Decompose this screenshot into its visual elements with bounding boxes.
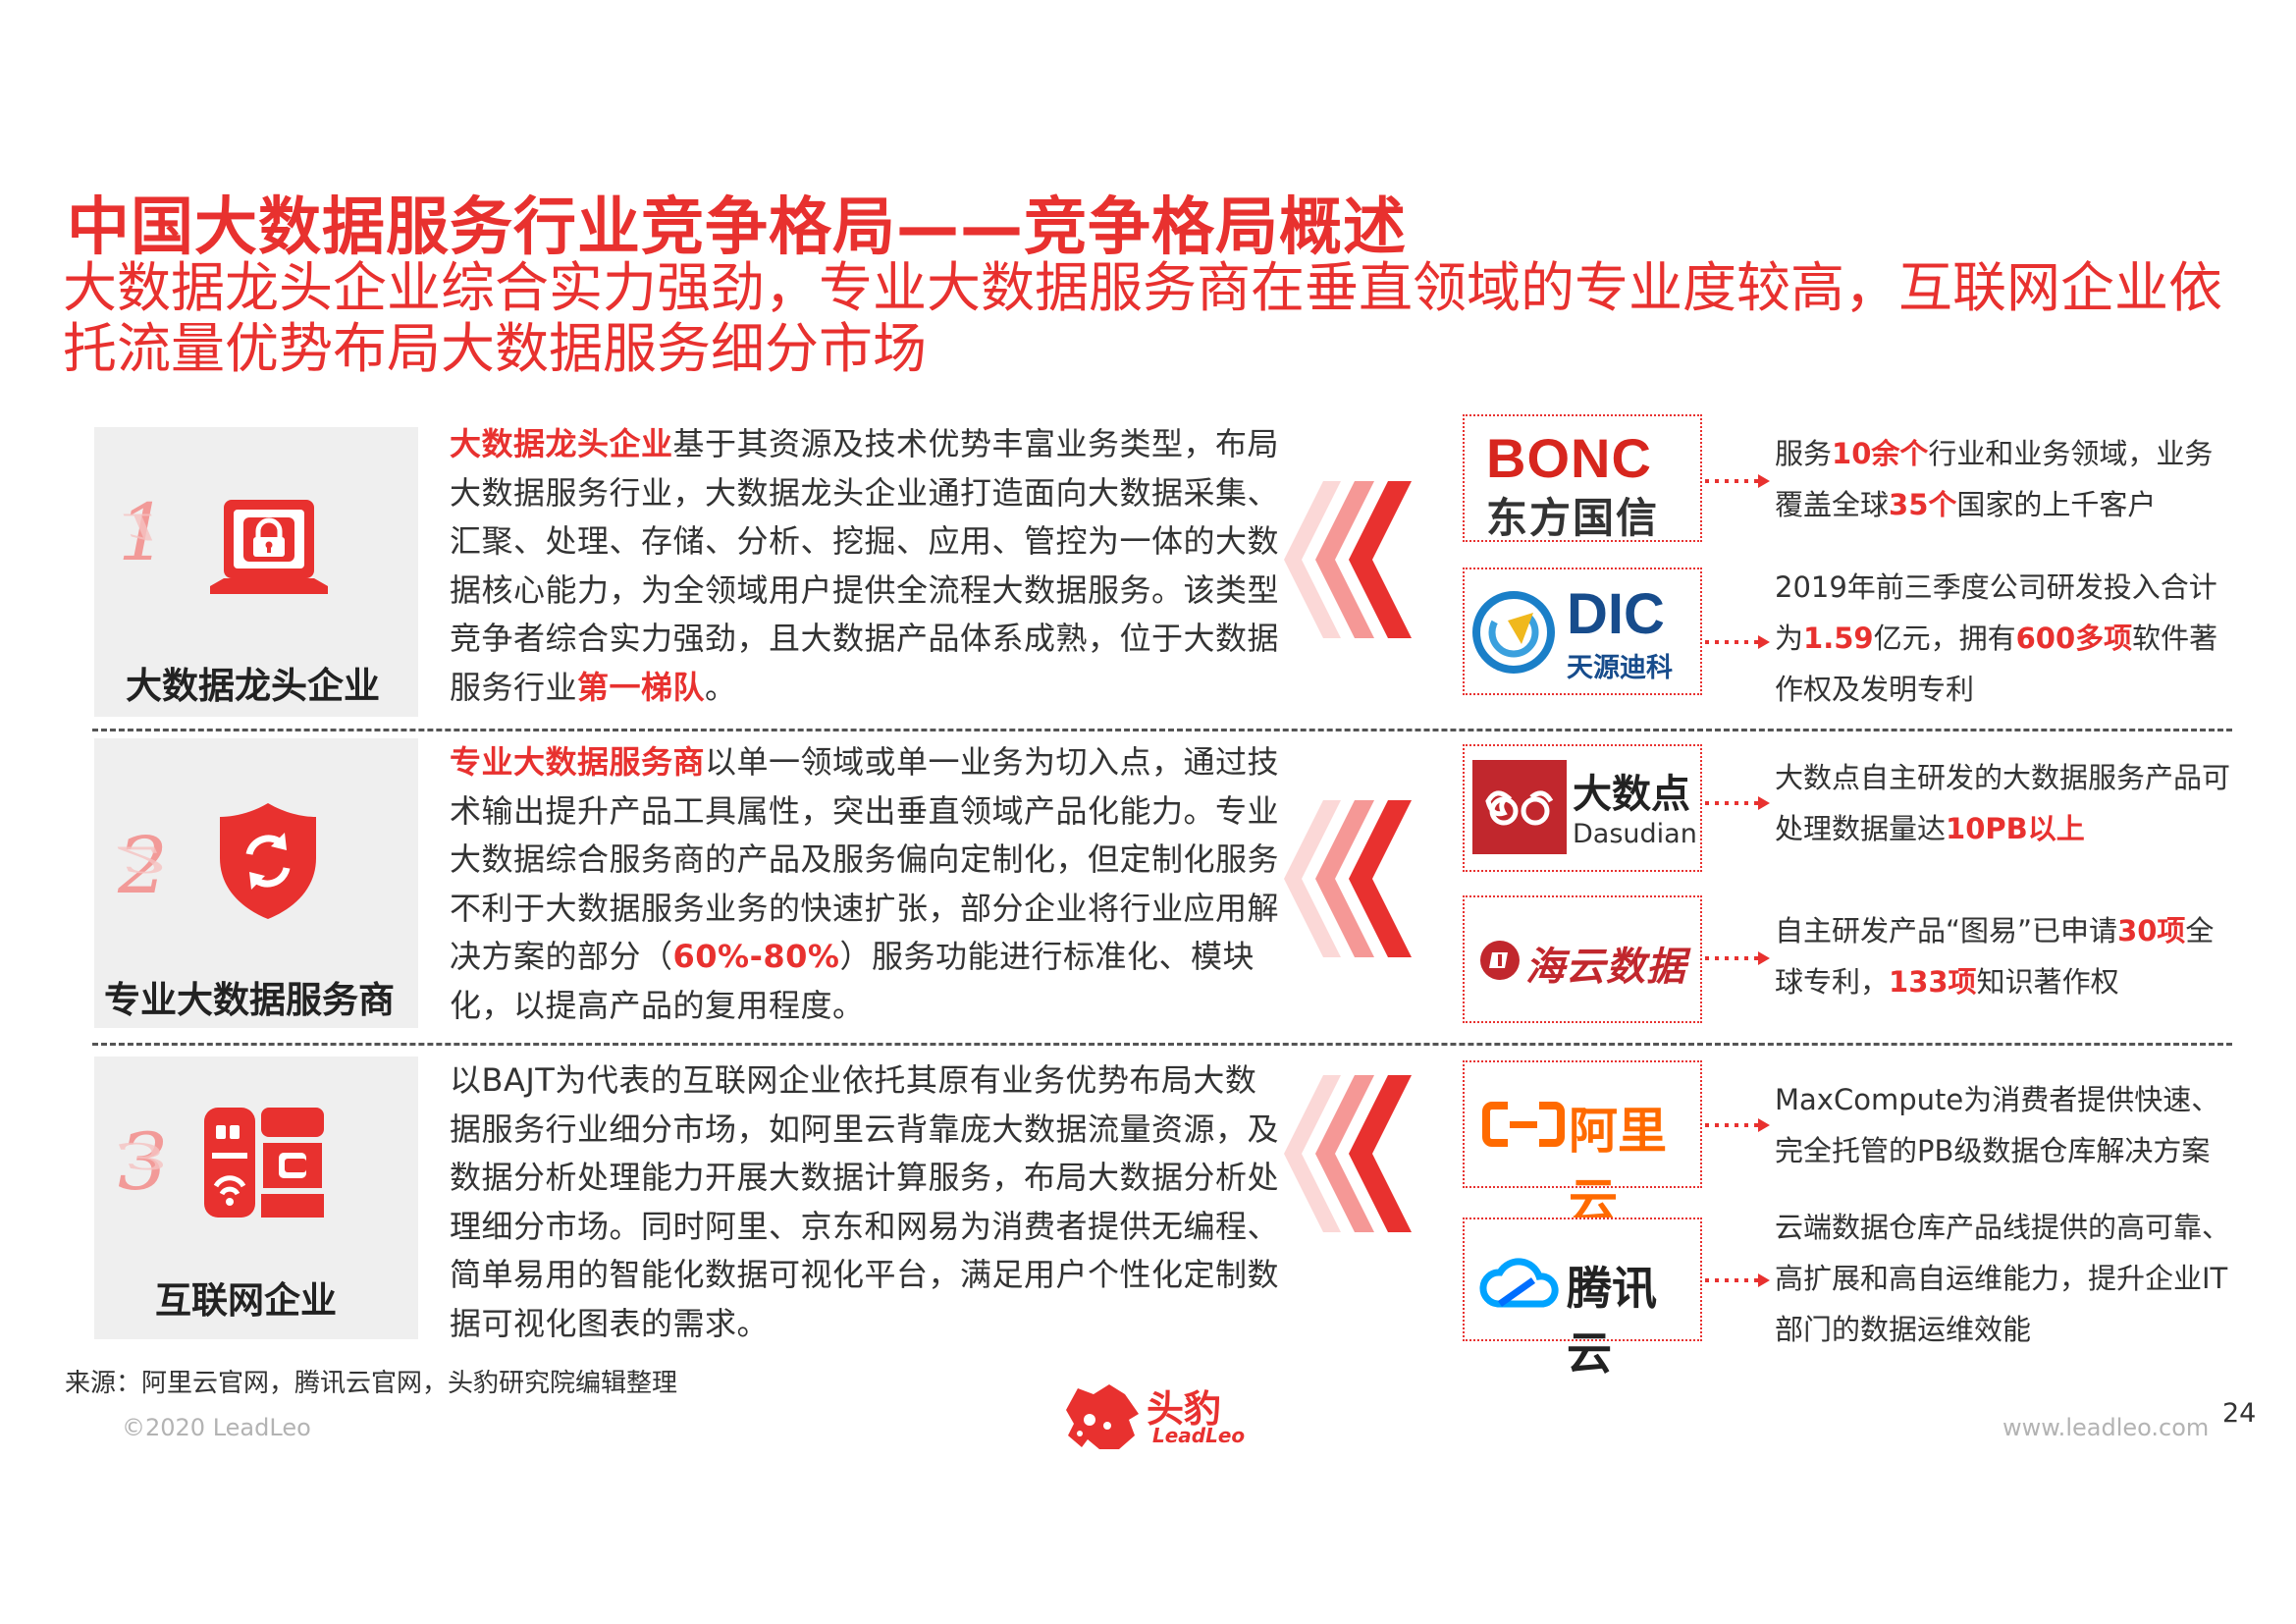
section-1-description: 大数据龙头企业基于其资源及技术优势丰富业务类型，布局大数据服务行业，大数据龙头企… [450,425,1280,706]
server-wifi-icon [204,1108,324,1218]
bonc-logo-cn: 东方国信 [1486,494,1660,542]
haiyun-mark-icon [1480,941,1520,980]
section-2-highlight: 专业大数据服务商 [450,743,706,781]
dic-logo: DIC 天源迪科 [1463,568,1702,695]
section-3-panel: 3 3 互联网企业 [94,1056,418,1339]
dasudian-feature: 大数点自主研发的大数据服务产品可处理数据量达10PB以上 [1775,761,2231,845]
dic-logo-text: DIC [1567,582,1665,646]
haiyun-logo: 海云数据 [1463,895,1702,1023]
section-3-chevron-arrows [1284,1075,1412,1232]
leadleo-logo: 头豹 LeadLeo [1060,1379,1256,1457]
section-1-panel: 1 1 大数据龙头企业 [94,427,418,717]
page-number: 24 [2222,1398,2257,1429]
aliyun-logo-text: 阿里云 [1569,1103,1667,1230]
dotted-arrow-icon [1705,796,1770,810]
copyright: ©2020 LeadLeo [122,1414,311,1441]
dotted-arrow-icon [1705,1118,1770,1132]
section-1-number-reflection: 1 [118,505,168,547]
website: www.leadleo.com [2002,1414,2210,1441]
section-1-highlight-2: 第一梯队 [577,668,706,706]
haiyun-feature: 自主研发产品“图易”已申请30项全球专利，133项知识著作权 [1775,914,2215,999]
tencent-cloud-logo: 腾讯云 [1463,1218,1702,1380]
haiyun-logo-text: 海云数据 [1525,945,1686,990]
dic-logo-cn: 天源迪科 [1567,653,1673,683]
page-subtitle: 大数据龙头企业综合实力强劲，专业大数据服务商在垂直领域的专业度较高，互联网企业依… [63,256,2223,380]
bonc-logo: BONC 东方国信 [1463,414,1702,542]
aliyun-mark-icon [1482,1102,1565,1147]
dic-feature: 2019年前三季度公司研发投入合计为1.59亿元，拥有600多项软件著作权及发明… [1775,570,2218,706]
dotted-arrow-icon [1705,635,1770,649]
section-1-highlight: 大数据龙头企业 [450,425,673,462]
section-2-label: 专业大数据服务商 [104,979,395,1021]
bonc-logo-text: BONC [1486,427,1652,489]
section-divider [92,1043,2232,1046]
section-2-description: 专业大数据服务商以单一领域或单一业务为切入点，通过技术输出提升产品工具属性，突出… [450,743,1280,1024]
tencent-cloud-mark-icon [1479,1258,1559,1308]
dasudian-logo-cn: 大数点 [1573,772,1690,817]
aliyun-feature: MaxCompute为消费者提供快速、完全托管的PB级数据仓库解决方案 [1775,1083,2220,1167]
brand-en: LeadLeo [1152,1424,1246,1447]
section-2-chevron-arrows [1284,800,1412,957]
section-2-panel: 2 2 专业大数据服务商 [94,738,418,1028]
dasudian-mark-icon [1472,760,1567,854]
section-1-chevron-arrows [1284,481,1412,638]
dasudian-logo-en: Dasudian [1573,819,1697,849]
section-divider [92,729,2232,731]
dotted-arrow-icon [1705,474,1770,488]
aliyun-logo: 阿里云 [1463,1060,1702,1230]
dotted-arrow-icon [1705,951,1770,965]
section-1-label: 大数据龙头企业 [126,665,380,707]
dotted-arrow-icon [1705,1273,1770,1287]
section-3-label: 互联网企业 [155,1279,337,1322]
section-3-number-reflection: 3 [118,1134,168,1176]
dasudian-logo: 大数点 Dasudian [1463,744,1702,872]
bonc-feature: 服务10余个行业和业务领域，业务覆盖全球35个国家的上千客户 [1775,437,2214,521]
section-2-highlight-2: 60%-80% [672,938,840,975]
laptop-lock-icon [210,500,328,594]
dic-swirl-icon [1472,591,1555,674]
tencent-cloud-logo-text: 腾讯云 [1567,1262,1657,1380]
source-note: 来源：阿里云官网，腾讯云官网，头豹研究院编辑整理 [65,1369,678,1398]
section-3-description: 以BAJT为代表的互联网企业依托其原有业务优势布局大数据服务行业细分市场，如阿里… [450,1061,1280,1342]
tencent-cloud-feature: 云端数据仓库产品线提供的高可靠、高扩展和高自运维能力，提升企业IT部门的数据运维… [1775,1211,2231,1346]
leopard-head-icon [1066,1384,1139,1449]
page-title: 中国大数据服务行业竞争格局——竞争格局概述 [67,191,1407,264]
section-2-number-reflection: 2 [118,838,168,880]
shield-sync-icon [220,803,316,919]
